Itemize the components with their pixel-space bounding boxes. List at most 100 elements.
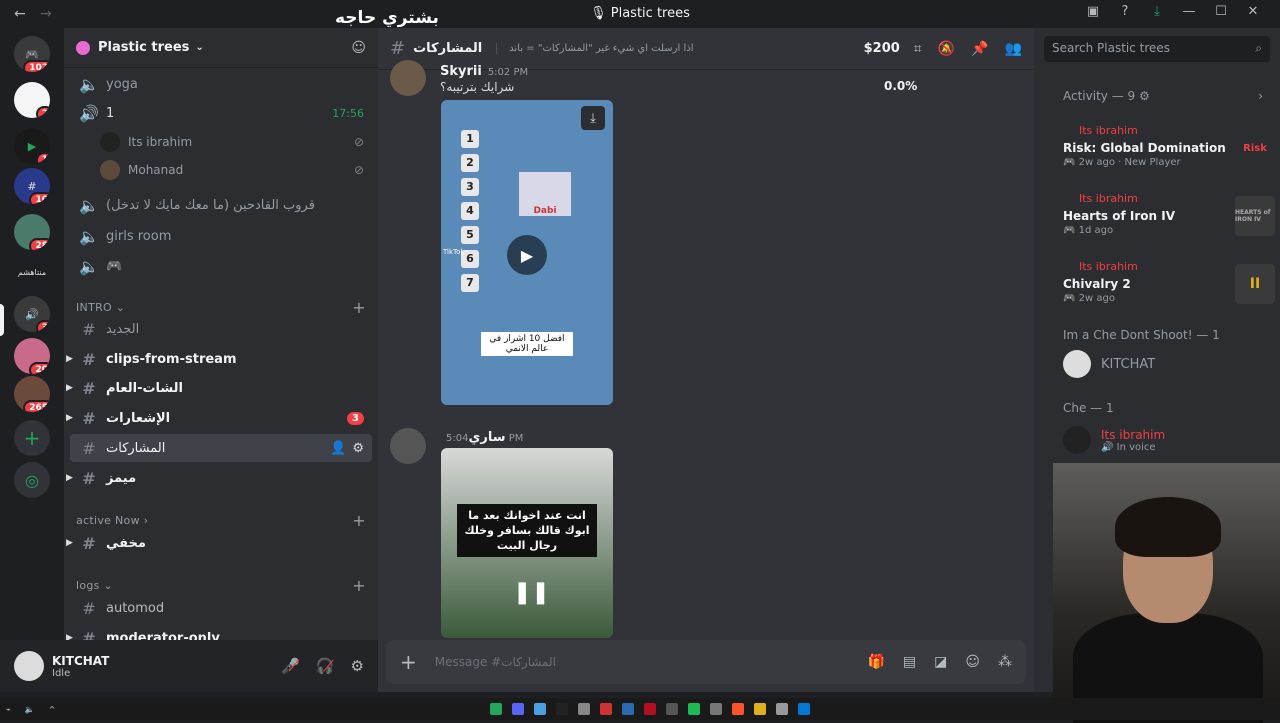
message-author[interactable]: ساري5:04 PM: [440, 430, 523, 445]
server-icon[interactable]: 🔊 3: [14, 296, 50, 332]
server-icon[interactable]: 265: [14, 376, 50, 412]
app-icon[interactable]: [644, 703, 656, 715]
server-icon[interactable]: 🎮 102: [14, 36, 50, 72]
steam-icon[interactable]: [622, 703, 634, 715]
play-icon[interactable]: ▶: [507, 235, 547, 275]
text-channel[interactable]: ▶ # مخفي: [66, 529, 372, 557]
add-server-icon[interactable]: +: [14, 420, 50, 456]
text-channel[interactable]: ▶ # الشات-العام: [66, 374, 372, 402]
download-icon[interactable]: ⤓: [1148, 4, 1166, 19]
chevron-up-icon[interactable]: ^: [49, 705, 56, 714]
maximize-icon[interactable]: ☐: [1212, 4, 1230, 19]
chevron-right-icon[interactable]: ›: [1258, 89, 1263, 103]
activity-card[interactable]: Its ibrahim Chivalry 2 🎮 2w ago II: [1063, 260, 1275, 304]
gift-icon[interactable]: 🎁: [867, 654, 884, 670]
avatar[interactable]: [390, 428, 426, 464]
voice-channel-game[interactable]: 🔈 🎮: [70, 252, 372, 280]
message-input[interactable]: Message #المشاركات: [435, 655, 556, 669]
voice-user[interactable]: Mohanad ⊘: [100, 157, 370, 183]
volume-icon[interactable]: 🔈: [25, 705, 35, 714]
category-logs[interactable]: logs ⌄ +: [76, 576, 372, 595]
avatar[interactable]: [390, 60, 426, 96]
voice-user[interactable]: Its ibrahim ⊘: [100, 129, 370, 155]
text-channel[interactable]: ▶ # moderator-only: [66, 624, 372, 641]
text-channel-selected[interactable]: # المشاركات 👤 ⚙: [70, 434, 372, 462]
server-icon[interactable]: ▶ 1: [14, 128, 50, 164]
text-channel[interactable]: ▶ # clips-from-stream: [66, 345, 372, 373]
discover-icon[interactable]: ◎: [14, 462, 50, 498]
guild-icon: [76, 40, 90, 55]
app-icon[interactable]: [490, 703, 502, 715]
message-author[interactable]: Skyrii 5:02 PM: [440, 64, 528, 79]
gif-icon[interactable]: ▤: [903, 654, 916, 670]
guild-header[interactable]: Plastic trees ⌄ ☺: [64, 28, 378, 68]
server-icon[interactable]: 28: [14, 214, 50, 250]
server-icon[interactable]: منتاهشم: [14, 254, 50, 290]
spotify-icon[interactable]: [688, 703, 700, 715]
voice-channel[interactable]: 🔈 قروب القادحين (ما معك مايك لا تدخل): [70, 191, 372, 219]
member-list-icon[interactable]: 👥: [1005, 41, 1022, 57]
emoji-icon[interactable]: ☺: [965, 654, 980, 670]
discord-icon[interactable]: [512, 703, 524, 715]
apps-icon[interactable]: ⁂: [998, 654, 1012, 670]
sticker-icon[interactable]: ◪: [934, 654, 947, 670]
app-icon[interactable]: [710, 703, 722, 715]
add-channel-icon[interactable]: +: [352, 576, 366, 595]
app-icon[interactable]: [666, 703, 678, 715]
threads-icon[interactable]: ⌗: [914, 41, 922, 57]
download-icon[interactable]: ⤓: [581, 106, 605, 130]
channel-topic[interactable]: اذا ارسلت اي شيء غير "المشاركات" = باند: [496, 43, 693, 54]
text-channel[interactable]: # automod: [70, 594, 372, 622]
video-attachment[interactable]: انت عند اخوانك بعد ما ابوك قالك بسافر وخ…: [441, 448, 613, 638]
text-channel[interactable]: ▶ # ميمز: [66, 464, 372, 492]
app-icon[interactable]: [534, 703, 546, 715]
help-icon[interactable]: ?: [1116, 4, 1134, 19]
voice-channel-girls-room[interactable]: 🔈 girls room: [70, 222, 372, 250]
windows-icon[interactable]: [798, 703, 810, 715]
inbox-icon[interactable]: ▣: [1084, 4, 1102, 19]
title-bar: ← → بشتري حاجه 🎙 Plastic trees ▣ ? ⤓ — ☐…: [0, 0, 1280, 28]
attach-icon[interactable]: +: [400, 650, 417, 674]
video-attachment[interactable]: ⤓ 1234567 Dabi TikTok ▶ افضل 10 اشرار في…: [441, 100, 613, 405]
search-input[interactable]: Search Plastic trees ⌕: [1044, 36, 1270, 62]
category-active-now[interactable]: active Now › +: [76, 511, 372, 530]
app-icon[interactable]: [600, 703, 612, 715]
member-group-header: Che — 1: [1063, 401, 1114, 415]
folder-icon[interactable]: [754, 703, 766, 715]
invite-icon[interactable]: 👤: [330, 441, 346, 456]
tiktok-icon[interactable]: [556, 703, 568, 715]
gear-icon[interactable]: ⚙: [1139, 89, 1150, 103]
activity-card[interactable]: Its ibrahim Hearts of Iron IV 🎮 1d ago H…: [1063, 192, 1275, 236]
member-item[interactable]: KITCHAT: [1063, 350, 1155, 378]
member-item[interactable]: Its ibrahim 🔊 In voice: [1063, 426, 1165, 454]
server-icon[interactable]: 20: [14, 338, 50, 374]
pause-icon[interactable]: ❚❚: [513, 580, 550, 605]
pin-icon[interactable]: 📌: [971, 41, 988, 57]
search-icon[interactable]: [776, 703, 788, 715]
message-composer[interactable]: + Message #المشاركات 🎁 ▤ ◪ ☺ ⁂: [386, 640, 1026, 684]
text-channel[interactable]: ▶ # الإشعارات 3: [66, 404, 372, 432]
app-icon[interactable]: [578, 703, 590, 715]
webcam-overlay: [1053, 463, 1280, 723]
gear-icon[interactable]: ⚙: [352, 441, 364, 456]
gear-icon[interactable]: ⚙: [351, 657, 364, 675]
server-icon[interactable]: #10: [14, 168, 50, 204]
notifications-muted-icon[interactable]: 🔕: [938, 41, 955, 57]
headphones-muted-icon[interactable]: 🎧̸: [316, 657, 335, 675]
invite-icon[interactable]: ☺: [351, 40, 366, 56]
close-icon[interactable]: ✕: [1244, 4, 1262, 19]
brave-icon[interactable]: [732, 703, 744, 715]
activity-header[interactable]: Activity — 9 ⚙ ›: [1063, 89, 1263, 103]
avatar: [1063, 350, 1091, 378]
activity-card[interactable]: Its ibrahim Risk: Global Domination 🎮 2w…: [1063, 124, 1275, 168]
voice-channel-yoga[interactable]: 🔈 yoga: [70, 70, 372, 98]
avatar[interactable]: [14, 651, 44, 681]
add-channel-icon[interactable]: +: [352, 511, 366, 530]
server-icon[interactable]: 2: [14, 82, 50, 118]
voice-channel-1[interactable]: 🔊 1 17:56: [70, 99, 372, 127]
hash-icon: #: [82, 468, 96, 488]
network-icon[interactable]: ⌁: [6, 705, 11, 714]
minimize-icon[interactable]: —: [1180, 4, 1198, 19]
mic-muted-icon[interactable]: 🎤̸: [281, 657, 300, 675]
text-channel[interactable]: # الجديد: [70, 315, 372, 343]
